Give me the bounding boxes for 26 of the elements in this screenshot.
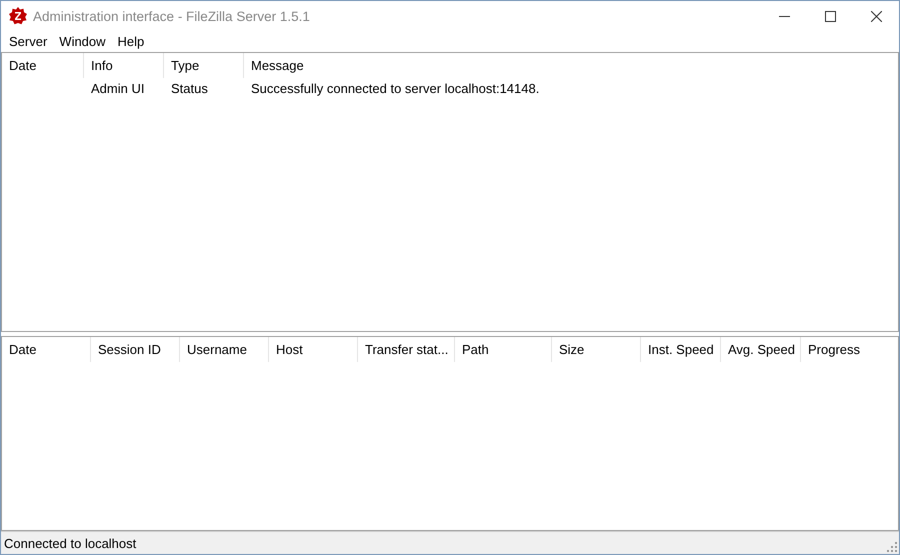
status-text: Connected to localhost — [4, 536, 138, 550]
table-cell-text: Admin UI — [90, 80, 146, 98]
column-header[interactable]: Info — [84, 53, 164, 78]
resize-grip-icon[interactable] — [887, 542, 897, 552]
column-header[interactable]: Message — [244, 53, 898, 78]
column-header[interactable]: Avg. Speed — [721, 337, 801, 362]
column-header[interactable]: Progress — [801, 337, 898, 362]
column-header[interactable]: Date — [2, 337, 91, 362]
column-header[interactable]: Type — [164, 53, 244, 78]
menu-item[interactable]: Server — [3, 32, 54, 50]
app-logo-icon — [9, 7, 27, 25]
column-header[interactable]: Size — [552, 337, 641, 362]
column-header[interactable]: Date — [2, 53, 84, 78]
table-cell-text: Status — [170, 80, 209, 98]
column-header[interactable]: Transfer stat... — [358, 337, 455, 362]
menu-item[interactable]: Window — [53, 32, 112, 50]
column-header[interactable]: Session ID — [91, 337, 180, 362]
column-header[interactable]: Inst. Speed — [641, 337, 721, 362]
window-title: Administration interface - FileZilla Server 1.5.1 — [33, 8, 311, 24]
close-icon — [870, 10, 882, 22]
menu-item[interactable]: Help — [112, 32, 150, 50]
maximize-icon — [824, 10, 836, 22]
column-header[interactable]: Path — [455, 337, 552, 362]
column-header[interactable]: Username — [180, 337, 269, 362]
table-cell-text: Successfully connected to server localhost:14148. — [250, 80, 540, 98]
column-header[interactable]: Host — [269, 337, 358, 362]
